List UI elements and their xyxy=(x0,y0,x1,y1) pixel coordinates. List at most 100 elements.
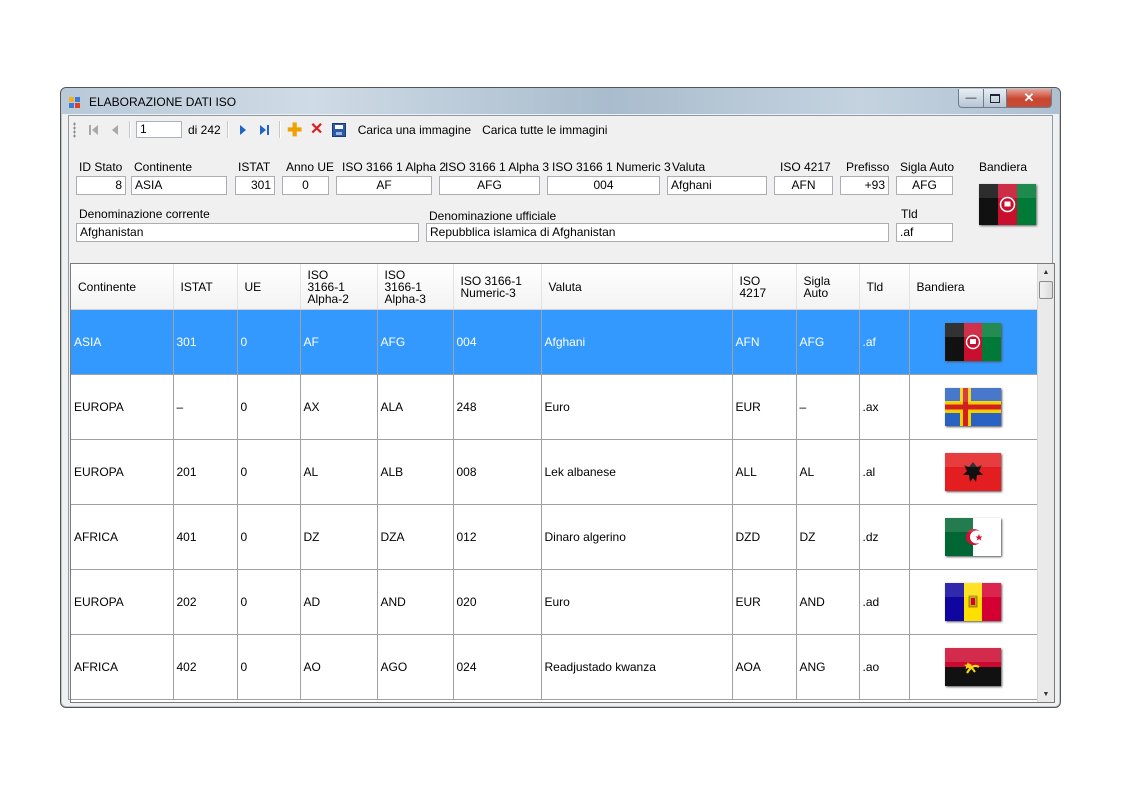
toolbar-grip-icon[interactable] xyxy=(73,121,76,138)
cell-a3[interactable]: AFG xyxy=(377,309,454,375)
cell-a2[interactable]: DZ xyxy=(300,504,378,570)
cell-sigla[interactable]: AFG xyxy=(796,309,860,375)
cell-a2[interactable]: AO xyxy=(300,634,378,700)
scrollbar-thumb[interactable] xyxy=(1039,281,1053,299)
column-header-istat[interactable]: ISTAT xyxy=(173,264,238,310)
cell-iso[interactable]: DZD xyxy=(732,504,797,570)
cell-ue[interactable]: 0 xyxy=(237,504,301,570)
minimize-button[interactable]: — xyxy=(958,89,984,108)
cell-a2[interactable]: AX xyxy=(300,374,378,440)
column-header-numeric3[interactable]: ISO 3166-1 Numeric-3 xyxy=(453,264,542,310)
cell-num[interactable]: 012 xyxy=(453,504,542,570)
cell-tld[interactable]: .ao xyxy=(859,634,910,700)
continente-field[interactable]: ASIA xyxy=(131,176,227,195)
cell-ue[interactable]: 0 xyxy=(237,439,301,505)
save-button[interactable] xyxy=(328,120,350,140)
cell-a3[interactable]: AND xyxy=(377,569,454,635)
cell-tld[interactable]: .af xyxy=(859,309,910,375)
cell-sigla[interactable]: – xyxy=(796,374,860,440)
cell-ue[interactable]: 0 xyxy=(237,309,301,375)
cell-continente[interactable]: AFRICA xyxy=(71,634,174,700)
cell-bandiera[interactable] xyxy=(909,309,1038,375)
column-header-alpha2[interactable]: ISO 3166-1 Alpha-2 xyxy=(300,264,378,310)
column-header-ue[interactable]: UE xyxy=(237,264,301,310)
title-bar[interactable]: ELABORAZIONE DATI ISO — ✕ xyxy=(61,88,1060,114)
column-header-sigla-auto[interactable]: Sigla Auto xyxy=(796,264,860,310)
cell-a2[interactable]: AF xyxy=(300,309,378,375)
cell-istat[interactable]: 202 xyxy=(173,569,238,635)
sigla-auto-field[interactable]: AFG xyxy=(896,176,953,195)
cell-continente[interactable]: EUROPA xyxy=(71,374,174,440)
vertical-scrollbar[interactable]: ▲ ▼ xyxy=(1037,264,1054,702)
column-header-alpha3[interactable]: ISO 3166-1 Alpha-3 xyxy=(377,264,454,310)
id-stato-field[interactable]: 8 xyxy=(76,176,126,195)
cell-bandiera[interactable] xyxy=(909,374,1038,440)
tld-field[interactable]: .af xyxy=(896,223,953,242)
valuta-field[interactable]: Afghani xyxy=(667,176,767,195)
load-all-images-button[interactable]: Carica tutte le immagini xyxy=(482,123,607,137)
cell-continente[interactable]: EUROPA xyxy=(71,439,174,505)
alpha2-field[interactable]: AF xyxy=(336,176,432,195)
cell-iso[interactable]: EUR xyxy=(732,569,797,635)
anno-ue-field[interactable]: 0 xyxy=(282,176,329,195)
cell-bandiera[interactable] xyxy=(909,634,1038,700)
table-row[interactable]: AFRICA 402 0 AO AGO 024 Readjustado kwanza AOA A… xyxy=(71,634,1038,700)
cell-a2[interactable]: AD xyxy=(300,569,378,635)
cell-continente[interactable]: EUROPA xyxy=(71,569,174,635)
cell-istat[interactable]: 201 xyxy=(173,439,238,505)
cell-valuta[interactable]: Readjustado kwanza xyxy=(541,634,733,700)
alpha3-field[interactable]: AFG xyxy=(439,176,540,195)
cell-a3[interactable]: DZA xyxy=(377,504,454,570)
cell-valuta[interactable]: Lek albanese xyxy=(541,439,733,505)
cell-iso[interactable]: AFN xyxy=(732,309,797,375)
scroll-down-icon[interactable]: ▼ xyxy=(1038,686,1054,702)
column-header-bandiera[interactable]: Bandiera xyxy=(909,264,1038,310)
cell-istat[interactable]: 301 xyxy=(173,309,238,375)
cell-sigla[interactable]: AL xyxy=(796,439,860,505)
cell-num[interactable]: 248 xyxy=(453,374,542,440)
cell-num[interactable]: 004 xyxy=(453,309,542,375)
maximize-button[interactable] xyxy=(984,89,1007,108)
cell-bandiera[interactable] xyxy=(909,439,1038,505)
cell-tld[interactable]: .dz xyxy=(859,504,910,570)
istat-field[interactable]: 301 xyxy=(235,176,275,195)
data-grid[interactable]: Continente ISTAT UE ISO 3166-1 Alpha-2 ISO… xyxy=(70,263,1055,703)
cell-tld[interactable]: .al xyxy=(859,439,910,505)
cell-num[interactable]: 024 xyxy=(453,634,542,700)
cell-istat[interactable]: – xyxy=(173,374,238,440)
numeric3-field[interactable]: 004 xyxy=(547,176,660,195)
cell-continente[interactable]: AFRICA xyxy=(71,504,174,570)
cell-ue[interactable]: 0 xyxy=(237,374,301,440)
cell-iso[interactable]: ALL xyxy=(732,439,797,505)
cell-valuta[interactable]: Afghani xyxy=(541,309,733,375)
cell-num[interactable]: 020 xyxy=(453,569,542,635)
cell-a2[interactable]: AL xyxy=(300,439,378,505)
column-header-valuta[interactable]: Valuta xyxy=(541,264,733,310)
cell-sigla[interactable]: ANG xyxy=(796,634,860,700)
column-header-continente[interactable]: Continente xyxy=(71,264,174,310)
table-row[interactable]: EUROPA –0 AX ALA 248 Euro EUR – .ax xyxy=(71,374,1038,440)
iso4217-field[interactable]: AFN xyxy=(774,176,833,195)
denominazione-ufficiale-field[interactable]: Repubblica islamica di Afghanistan xyxy=(426,223,889,242)
denominazione-corrente-field[interactable]: Afghanistan xyxy=(76,223,419,242)
move-previous-button[interactable] xyxy=(104,120,126,140)
cell-num[interactable]: 008 xyxy=(453,439,542,505)
add-new-button[interactable]: ✚ xyxy=(284,120,306,140)
cell-a3[interactable]: ALA xyxy=(377,374,454,440)
cell-continente[interactable]: ASIA xyxy=(71,309,174,375)
cell-ue[interactable]: 0 xyxy=(237,634,301,700)
delete-button[interactable]: ✕ xyxy=(306,120,328,140)
cell-iso[interactable]: EUR xyxy=(732,374,797,440)
cell-valuta[interactable]: Euro xyxy=(541,569,733,635)
close-button[interactable]: ✕ xyxy=(1007,89,1052,108)
prefisso-field[interactable]: +93 xyxy=(840,176,889,195)
table-row[interactable]: EUROPA 201 0 AL ALB 008 Lek albanese ALL AL .al xyxy=(71,439,1038,505)
move-last-button[interactable] xyxy=(254,120,276,140)
move-first-button[interactable] xyxy=(82,120,104,140)
cell-iso[interactable]: AOA xyxy=(732,634,797,700)
afghanistan-flag-icon[interactable] xyxy=(979,184,1036,225)
table-row[interactable]: ASIA 301 0 AF AFG 004 Afghani AFN AFG .af xyxy=(71,309,1038,375)
cell-a3[interactable]: ALB xyxy=(377,439,454,505)
cell-sigla[interactable]: AND xyxy=(796,569,860,635)
cell-bandiera[interactable] xyxy=(909,569,1038,635)
